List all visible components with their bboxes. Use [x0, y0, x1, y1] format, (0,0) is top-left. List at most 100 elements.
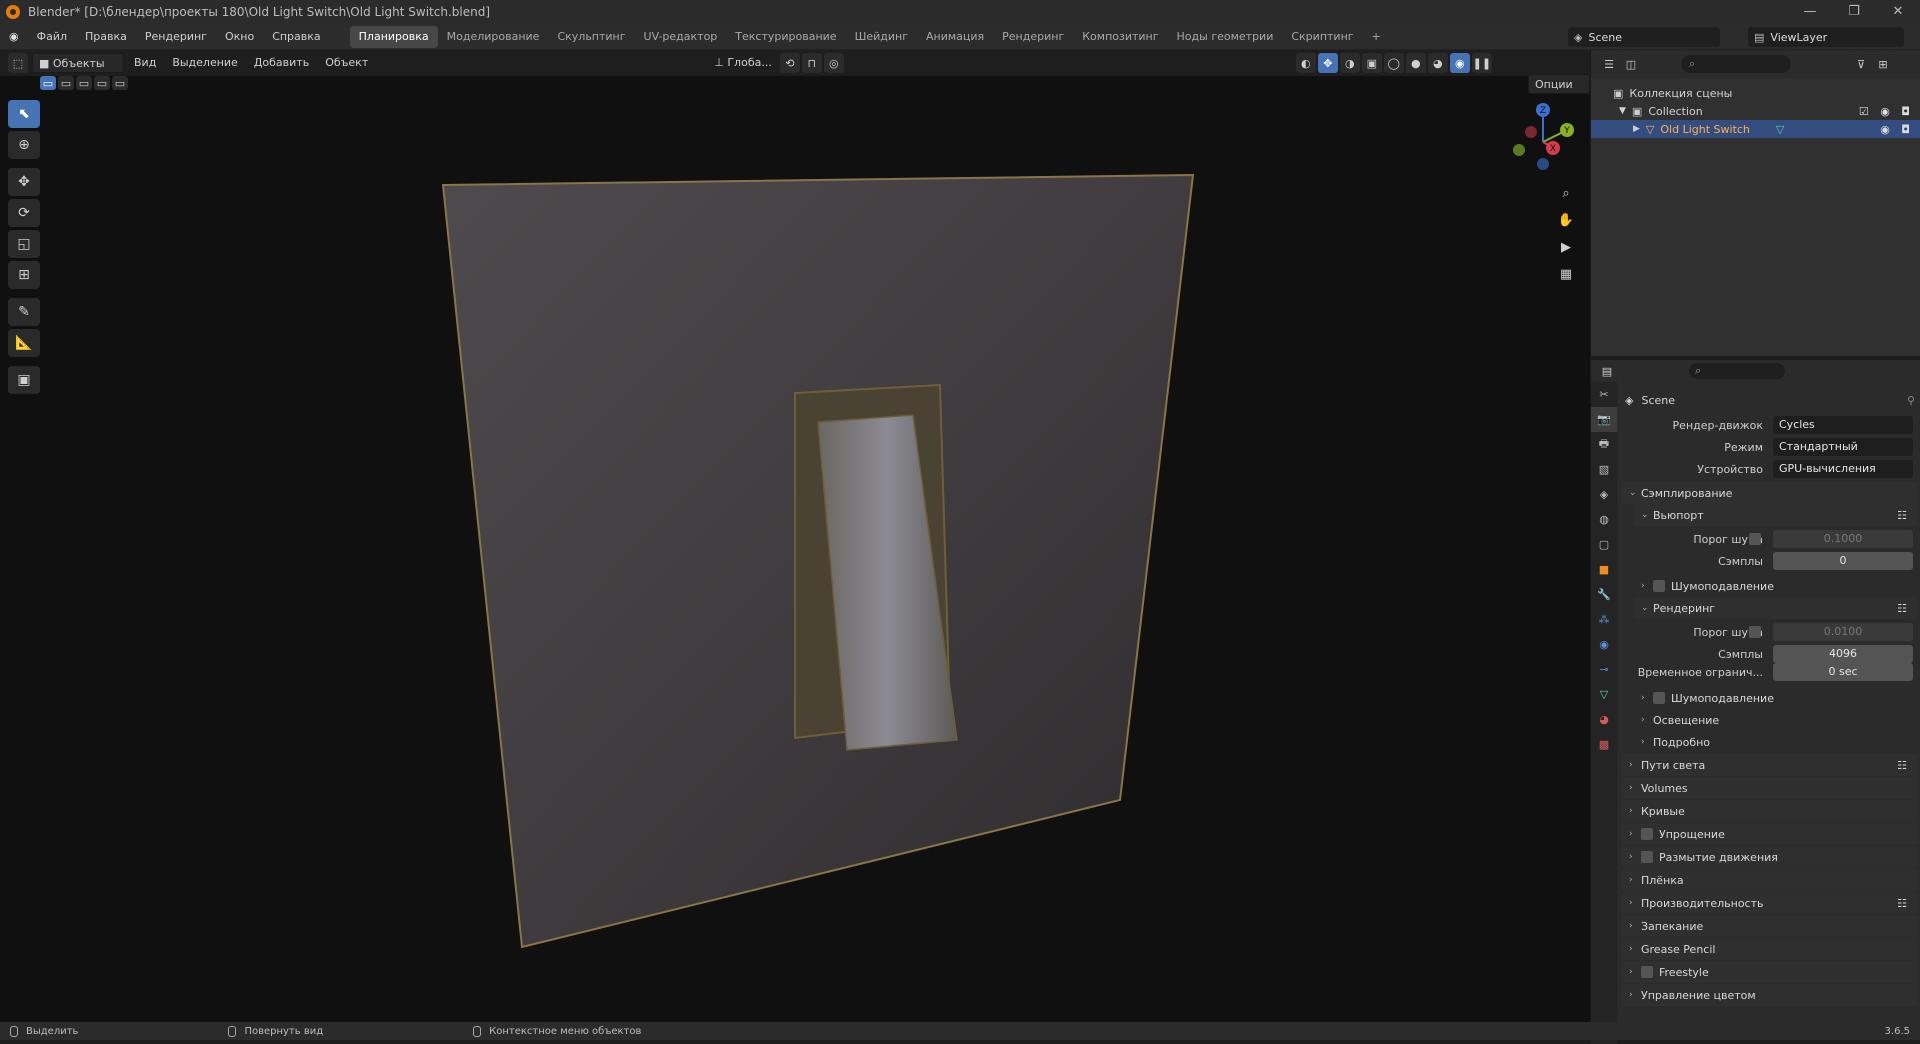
scene-selector[interactable]: ◈ Scene: [1568, 27, 1720, 47]
view-layer-tab-icon[interactable]: ▧: [1591, 457, 1617, 482]
outliner-row-collection[interactable]: ▼ ▣ Collection ☑ ◉ ◘: [1591, 102, 1920, 120]
object-tab-icon[interactable]: ■: [1591, 557, 1617, 582]
feature-set-dropdown[interactable]: Стандартный: [1773, 438, 1913, 456]
physics-tab-icon[interactable]: ◉: [1591, 632, 1617, 657]
tool-tab-icon[interactable]: ✂: [1591, 382, 1617, 407]
workspace-tab-sculpting[interactable]: Скульптинг: [548, 26, 634, 48]
pin-icon[interactable]: ⚲: [1907, 394, 1915, 407]
zoom-icon[interactable]: ⌕: [1553, 180, 1579, 206]
constraints-tab-icon[interactable]: ⊸: [1591, 657, 1617, 682]
section-render-sampling[interactable]: ⌄ Рендеринг ☷: [1633, 597, 1917, 619]
display-mode-icon[interactable]: ◫: [1621, 54, 1641, 74]
new-collection-icon[interactable]: ⊞: [1873, 54, 1893, 74]
section-curves[interactable]: › Кривые: [1621, 800, 1917, 822]
scale-tool-icon[interactable]: ◱: [8, 230, 40, 258]
camera-view-icon[interactable]: ▶: [1553, 234, 1579, 260]
scene-tab-icon[interactable]: ◈: [1591, 482, 1617, 507]
outliner-editor-icon[interactable]: ☰: [1599, 54, 1619, 74]
section-sampling[interactable]: ⌄ Сэмплирование: [1621, 482, 1917, 504]
outliner[interactable]: ☰ ◫ ⌕ ⊽ ⊞ ▣ Коллекция сцены ▼ ▣ Collecti…: [1590, 50, 1920, 356]
outliner-row-object[interactable]: ▶ ▽ Old Light Switch ▽ ◉ ◘: [1591, 120, 1920, 138]
rotate-tool-icon[interactable]: ⟳: [8, 199, 40, 227]
section-motion-blur[interactable]: › Размытие движения: [1621, 846, 1917, 868]
section-film[interactable]: › Плёнка: [1621, 869, 1917, 891]
time-limit-field[interactable]: 0 sec: [1773, 663, 1913, 681]
noise-threshold-checkbox[interactable]: [1749, 533, 1761, 545]
motion-blur-checkbox[interactable]: [1641, 851, 1653, 863]
outliner-search[interactable]: ⌕: [1681, 55, 1791, 73]
visibility-toggles[interactable]: ☑ ◉ ◘: [1859, 105, 1914, 118]
maximize-button[interactable]: ❐: [1832, 0, 1876, 24]
add-cube-tool-icon[interactable]: ▣: [8, 366, 40, 394]
section-light-paths[interactable]: › Пути света ☷: [1621, 754, 1917, 776]
presets-icon[interactable]: ☷: [1897, 759, 1907, 772]
render-samples-field[interactable]: 4096: [1773, 645, 1913, 663]
workspace-tab-layout[interactable]: Планировка: [349, 25, 438, 48]
pan-hand-icon[interactable]: ✋: [1553, 207, 1579, 233]
properties-editor[interactable]: ▤ ⌕ ✂ 📷 🖶 ▧ ◈ ◍ ▢ ■ 🔧 ⁂ ◉ ⊸ ▽ ◕ ▩ ◈ Scen…: [1590, 360, 1920, 1044]
workspace-tab-geometry-nodes[interactable]: Ноды геометрии: [1168, 26, 1283, 48]
workspace-tab-compositing[interactable]: Композитинг: [1073, 26, 1167, 48]
viewport-samples-field[interactable]: 0: [1773, 552, 1913, 570]
select-tool-icon[interactable]: ⬉: [8, 100, 40, 128]
visibility-toggles[interactable]: ◉ ◘: [1880, 123, 1914, 136]
denoise-checkbox[interactable]: [1653, 692, 1665, 704]
section-volumes[interactable]: › Volumes: [1621, 777, 1917, 799]
section-lights[interactable]: › Освещение: [1633, 709, 1917, 731]
noise-threshold-checkbox[interactable]: [1749, 626, 1761, 638]
presets-icon[interactable]: ☷: [1897, 897, 1907, 910]
denoise-checkbox[interactable]: [1653, 580, 1665, 592]
viewport-noise-threshold-field[interactable]: 0.1000: [1773, 530, 1913, 548]
output-tab-icon[interactable]: 🖶: [1591, 432, 1617, 457]
properties-editor-icon[interactable]: ▤: [1597, 361, 1617, 381]
close-button[interactable]: ✕: [1876, 0, 1920, 24]
render-noise-threshold-field[interactable]: 0.0100: [1773, 623, 1913, 641]
menu-render[interactable]: Рендеринг: [136, 30, 216, 43]
world-tab-icon[interactable]: ◍: [1591, 507, 1617, 532]
section-bake[interactable]: › Запекание: [1621, 915, 1917, 937]
menu-help[interactable]: Справка: [263, 30, 329, 43]
workspace-tab-uv[interactable]: UV-редактор: [635, 26, 727, 48]
material-tab-icon[interactable]: ◕: [1591, 707, 1617, 732]
annotate-tool-icon[interactable]: ✎: [8, 298, 40, 326]
section-advanced[interactable]: › Подробно: [1633, 731, 1917, 753]
section-performance[interactable]: › Производительность ☷: [1621, 892, 1917, 914]
minimize-button[interactable]: —: [1788, 0, 1832, 24]
workspace-tab-shading[interactable]: Шейдинг: [846, 26, 917, 48]
transform-tool-icon[interactable]: ⊞: [8, 261, 40, 289]
freestyle-checkbox[interactable]: [1641, 966, 1653, 978]
disclosure-icon[interactable]: ▶: [1633, 124, 1640, 134]
modifier-tab-icon[interactable]: 🔧: [1591, 582, 1617, 607]
workspace-tab-scripting[interactable]: Скриптинг: [1282, 26, 1362, 48]
outliner-row-scene-collection[interactable]: ▣ Коллекция сцены: [1591, 84, 1920, 102]
section-grease-pencil[interactable]: › Grease Pencil: [1621, 938, 1917, 960]
device-dropdown[interactable]: GPU-вычисления: [1773, 460, 1913, 478]
cursor-tool-icon[interactable]: ⊕: [8, 131, 40, 159]
3d-viewport[interactable]: ⬚ ■ Объекты ⌄ Вид Выделение Добавить Объ…: [0, 50, 1590, 1022]
simplify-checkbox[interactable]: [1641, 828, 1653, 840]
filter-icon[interactable]: ⊽: [1851, 54, 1871, 74]
section-viewport-denoise[interactable]: › Шумоподавление: [1633, 575, 1917, 597]
measure-tool-icon[interactable]: 📐: [8, 329, 40, 357]
ortho-grid-icon[interactable]: ▦: [1553, 261, 1579, 287]
presets-icon[interactable]: ☷: [1897, 509, 1907, 522]
collection-tab-icon[interactable]: ▢: [1591, 532, 1617, 557]
workspace-tab-animation[interactable]: Анимация: [917, 26, 993, 48]
render-tab-icon[interactable]: 📷: [1591, 407, 1617, 432]
data-tab-icon[interactable]: ▽: [1591, 682, 1617, 707]
add-workspace-button[interactable]: +: [1363, 26, 1390, 48]
section-color-management[interactable]: › Управление цветом: [1621, 984, 1917, 1006]
view-layer-selector[interactable]: ▤ ViewLayer: [1748, 27, 1904, 47]
render-engine-dropdown[interactable]: Cycles: [1773, 416, 1913, 434]
menu-window[interactable]: Окно: [216, 30, 263, 43]
navigation-gizmo[interactable]: Z Y X: [1505, 98, 1577, 170]
workspace-tab-rendering[interactable]: Рендеринг: [993, 26, 1073, 48]
presets-icon[interactable]: ☷: [1897, 602, 1907, 615]
menu-file[interactable]: Файл: [28, 30, 76, 43]
section-viewport[interactable]: ⌄ Вьюпорт ☷: [1633, 504, 1917, 526]
menu-edit[interactable]: Правка: [76, 30, 136, 43]
texture-tab-icon[interactable]: ▩: [1591, 732, 1617, 757]
properties-search[interactable]: ⌕: [1689, 363, 1785, 379]
particles-tab-icon[interactable]: ⁂: [1591, 607, 1617, 632]
section-render-denoise[interactable]: › Шумоподавление: [1633, 687, 1917, 709]
